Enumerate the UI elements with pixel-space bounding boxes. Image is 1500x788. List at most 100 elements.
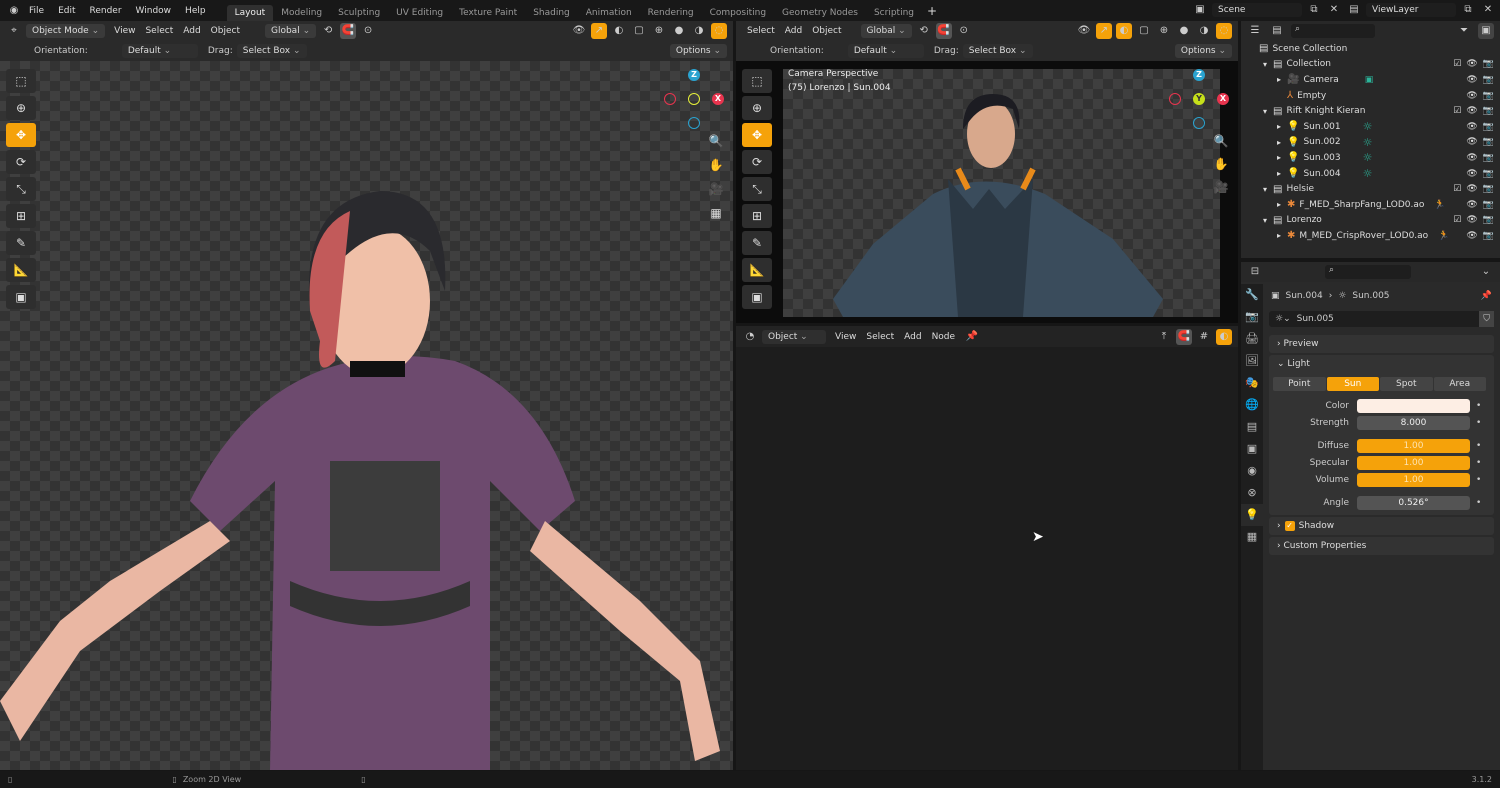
menu-add[interactable]: Add [178, 26, 205, 36]
outliner-row[interactable]: ▸ 💡 Sun.001 ☼ 👁 📷 [1241, 119, 1500, 135]
mode-dropdown[interactable]: Object Mode [26, 24, 106, 38]
eye-icon[interactable]: 👁 [1466, 59, 1477, 69]
gizmo-neg-z[interactable] [1193, 117, 1205, 129]
editor-type-icon[interactable]: ⌖ [6, 23, 22, 39]
snap-icon[interactable]: 🧲 [1176, 328, 1192, 345]
menu-select[interactable]: Select [861, 332, 899, 342]
expand-down-icon[interactable]: ▾ [1263, 107, 1267, 116]
annotate-icon[interactable]: ✎ [742, 231, 772, 255]
tab-animation[interactable]: Animation [578, 5, 640, 21]
exclude-checkbox[interactable]: ☑ [1453, 184, 1461, 194]
menu-render[interactable]: Render [83, 6, 129, 16]
expand-right-icon[interactable]: ▸ [1277, 138, 1281, 147]
scene-collection-row[interactable]: ▤ Scene Collection [1241, 41, 1500, 57]
eye-icon[interactable]: 👁 [1466, 200, 1477, 210]
gizmo-x-axis[interactable]: X [712, 93, 724, 105]
viewport-canvas[interactable]: Camera Perspective (75) Lorenzo | Sun.00… [736, 61, 1238, 323]
xray-icon[interactable]: ▢ [631, 23, 647, 39]
sun-data-icon[interactable]: ☼ [1363, 136, 1373, 149]
rotate-icon[interactable]: ⟳ [6, 150, 36, 174]
menu-view[interactable]: View [109, 26, 140, 36]
render-tab-icon[interactable]: 📷 [1241, 306, 1263, 328]
keyframe-dot-icon[interactable]: • [1476, 458, 1481, 468]
eye-icon[interactable]: 👁 [1466, 184, 1477, 194]
menu-add[interactable]: Add [780, 26, 807, 36]
eye-icon[interactable]: 👁 [1466, 169, 1477, 179]
rendered-shading-icon[interactable]: ◌ [711, 23, 727, 39]
scale-icon[interactable]: ⤡ [6, 177, 36, 201]
close-icon[interactable]: ✕ [1480, 2, 1496, 18]
gizmo-z-axis[interactable]: Z [1193, 69, 1205, 81]
annotate-icon[interactable]: ✎ [6, 231, 36, 255]
pivot-icon[interactable]: ⟲ [916, 23, 932, 39]
object-tab-icon[interactable]: ▣ [1241, 438, 1263, 460]
eye-icon[interactable]: 👁 [1466, 106, 1477, 116]
outliner-row[interactable]: ▸ ✱ M_MED_CrispRover_LOD0.ao 🏃 👁 📷 [1241, 228, 1500, 244]
zoom-icon[interactable]: 🔍 [707, 134, 725, 152]
expand-right-icon[interactable]: ▸ [1277, 153, 1281, 162]
blender-logo-icon[interactable]: ◉ [6, 3, 22, 19]
xray-icon[interactable]: ▢ [1136, 23, 1152, 39]
pivot-icon[interactable]: ⟲ [320, 23, 336, 39]
gizmo-toggle-icon[interactable]: ↗ [591, 23, 607, 39]
move-icon[interactable]: ✥ [6, 123, 36, 147]
expand-right-icon[interactable]: ▸ [1277, 169, 1281, 178]
gizmo-z-axis[interactable]: Z [688, 69, 700, 81]
datablock-name-field[interactable]: Sun.005 [1297, 314, 1480, 324]
options-dropdown[interactable]: Options [669, 44, 727, 58]
eye-icon[interactable]: 👁 [1466, 75, 1477, 85]
add-cube-icon[interactable]: ▣ [6, 285, 36, 309]
render-camera-icon[interactable]: 📷 [1483, 153, 1494, 163]
menu-help[interactable]: Help [178, 6, 213, 16]
render-camera-icon[interactable]: 📷 [1483, 75, 1494, 85]
menu-object[interactable]: Object [807, 26, 846, 36]
outliner-row[interactable]: ▸ 💡 Sun.002 ☼ 👁 📷 [1241, 135, 1500, 151]
render-camera-icon[interactable]: 📷 [1483, 59, 1494, 69]
drag-dropdown[interactable]: Select Box [236, 44, 307, 58]
cursor-icon[interactable]: ⊕ [6, 96, 36, 120]
measure-icon[interactable]: 📐 [742, 258, 772, 282]
snap-icon[interactable]: 🧲 [340, 23, 357, 39]
expand-right-icon[interactable]: ▸ [1277, 122, 1281, 131]
expand-down-icon[interactable]: ▾ [1263, 185, 1267, 194]
wireframe-shading-icon[interactable]: ⊕ [651, 23, 667, 39]
color-field[interactable] [1357, 398, 1470, 413]
view-layer-tab-icon[interactable]: 🖼 [1241, 350, 1263, 372]
render-camera-icon[interactable]: 📷 [1483, 200, 1494, 210]
overlay-icon[interactable]: ◐ [611, 23, 627, 39]
snap-mode-icon[interactable]: # [1196, 329, 1212, 345]
pose-data-icon[interactable]: 🏃 [1434, 200, 1445, 210]
tab-uv-editing[interactable]: UV Editing [388, 5, 451, 21]
tab-scripting[interactable]: Scripting [866, 5, 922, 21]
tab-layout[interactable]: Layout [226, 5, 274, 21]
tab-rendering[interactable]: Rendering [640, 5, 702, 21]
world-tab-icon[interactable]: 🌐 [1241, 394, 1263, 416]
menu-select[interactable]: Select [140, 26, 178, 36]
add-cube-icon[interactable]: ▣ [742, 285, 772, 309]
overlay-icon[interactable]: ◐ [1216, 328, 1232, 345]
pan-hand-icon[interactable]: ✋ [1212, 157, 1230, 175]
light-data-tab-icon[interactable]: 💡 [1241, 504, 1263, 526]
tab-texture-paint[interactable]: Texture Paint [451, 5, 525, 21]
add-workspace-button[interactable]: + [922, 4, 942, 18]
constraints-tab-icon[interactable]: ⊗ [1241, 482, 1263, 504]
sun-data-icon[interactable]: ☼ [1363, 151, 1373, 164]
eye-icon[interactable]: 👁 [1466, 153, 1477, 163]
scale-icon[interactable]: ⤡ [742, 177, 772, 201]
expand-right-icon[interactable]: ▸ [1277, 200, 1281, 209]
viewport-left[interactable]: ⌖ Object Mode ViewSelectAddObject Global… [0, 21, 733, 770]
chevron-down-icon[interactable]: ⌄ [1478, 264, 1494, 280]
keyframe-dot-icon[interactable]: • [1476, 401, 1481, 411]
light-type-sun[interactable]: Sun [1326, 377, 1379, 391]
expand-right-icon[interactable]: ▸ [1277, 231, 1281, 240]
gizmo-x-axis[interactable]: X [1217, 93, 1229, 105]
move-icon[interactable]: ✥ [742, 123, 772, 147]
menu-select[interactable]: Select [742, 26, 780, 36]
camera-view-icon[interactable]: 🎥 [707, 182, 725, 200]
menu-add[interactable]: Add [899, 332, 926, 342]
options-dropdown[interactable]: Options [1174, 44, 1232, 58]
view-layer-selector[interactable]: ViewLayer [1366, 3, 1456, 17]
render-camera-icon[interactable]: 📷 [1483, 184, 1494, 194]
gizmo-y-axis[interactable]: Y [1193, 93, 1205, 105]
expand-down-icon[interactable]: ▾ [1263, 216, 1267, 225]
